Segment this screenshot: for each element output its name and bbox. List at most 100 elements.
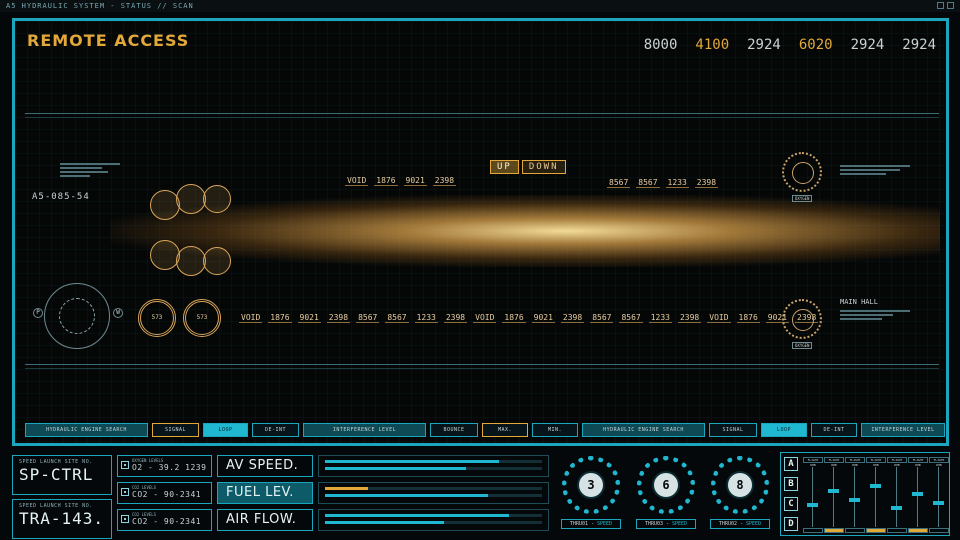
metric-fuel-lev-button[interactable]: FUEL LEV. <box>217 482 313 504</box>
up-button[interactable]: UP <box>490 160 519 174</box>
metric-bar-track <box>325 514 542 517</box>
ship-schematic[interactable] <box>110 195 940 267</box>
divider-top-2 <box>25 117 939 118</box>
close-button[interactable] <box>947 2 954 9</box>
level-checkbox[interactable] <box>121 515 129 523</box>
mixer-channel-toggle[interactable] <box>887 528 907 533</box>
mixer-fader[interactable] <box>849 497 860 502</box>
info-text-block <box>840 310 910 322</box>
level-checkbox[interactable] <box>121 488 129 496</box>
tab-bounce[interactable]: BOUNCE <box>430 423 478 437</box>
thruster-name: THRU02 <box>718 521 737 527</box>
mixer-fader[interactable] <box>933 500 944 505</box>
tab-hydraulic-engine-search[interactable]: HYDRAULIC ENGINE SEARCH <box>25 423 148 437</box>
tab-min[interactable]: MIN. <box>532 423 578 437</box>
thruster-gauge[interactable]: 6 <box>637 456 695 514</box>
mixer-channel: FLIGHT RHB <box>887 457 907 533</box>
metric-bars <box>318 482 549 504</box>
page-title: REMOTE ACCESS <box>27 31 190 50</box>
control-tab-strip: HYDRAULIC ENGINE SEARCH SIGNAL LOOP DE-INT I… <box>25 423 945 437</box>
oxygen-label: OXYGEN <box>792 342 813 349</box>
level-checkbox[interactable] <box>121 461 129 469</box>
compass-gauge[interactable]: P W <box>33 283 123 349</box>
readout-value: 2398 <box>694 178 719 188</box>
readout-value: 1233 <box>665 178 689 188</box>
gas-level-row[interactable]: CO2 LEVELS CO2 - 90-2341 <box>117 482 212 504</box>
thruster-number: 6 <box>652 471 680 499</box>
mixer-bank-d-button[interactable]: D <box>784 517 798 531</box>
thruster-suffix: SPEED <box>672 521 688 527</box>
gas-level-row[interactable]: OXYGEN LEVELS O2 - 39.2 1239 <box>117 455 212 477</box>
mixer-channel: FLIGHT RHB <box>803 457 823 533</box>
ship-pod <box>203 185 231 213</box>
mixer-bank-b-button[interactable]: B <box>784 477 798 491</box>
minimize-button[interactable] <box>937 2 944 9</box>
readout-value: 2398 <box>443 313 468 323</box>
readout-value: 1233 <box>414 313 438 323</box>
mixer-channel-toggle[interactable] <box>866 528 886 533</box>
readout-value: VOID <box>239 313 263 323</box>
header-number: 2924 <box>747 37 781 53</box>
metric-bar-fill <box>325 467 467 470</box>
gas-level-value: CO2 - 90-2341 <box>132 517 202 526</box>
mixer-rail <box>938 467 939 527</box>
down-button[interactable]: DOWN <box>521 160 566 174</box>
launch-site-box[interactable]: SPEED LAUNCH SITE NO. TRA-143. <box>12 499 112 539</box>
ship-id-label: A5-085-54 <box>32 192 90 202</box>
mixer-channel-toggle[interactable] <box>845 528 865 533</box>
tab-de-int[interactable]: DE-INT <box>811 423 857 437</box>
metric-bars <box>318 455 549 477</box>
thruster-name: THRU03 <box>644 521 663 527</box>
window-controls <box>937 2 954 9</box>
gas-level-row[interactable]: CO2 LEVELS CO2 - 90-2341 <box>117 509 212 531</box>
mixer-rail <box>875 467 876 527</box>
compass-mark-p: P <box>33 308 43 318</box>
tab-loop[interactable]: LOOP <box>761 423 807 437</box>
metric-air-flow-button[interactable]: AIR FLOW. <box>217 509 313 531</box>
tab-signal[interactable]: SIGNAL <box>709 423 757 437</box>
readout-value: 1876 <box>374 176 398 186</box>
thruster-label: THRU03 - SPEED <box>636 519 696 529</box>
tab-interference-level[interactable]: INTERFERENCE LEVEL <box>303 423 426 437</box>
compass-inner-ring <box>59 298 95 334</box>
mixer-fader[interactable] <box>870 483 881 488</box>
mixer-bank-a-button[interactable]: A <box>784 457 798 471</box>
readout-value: 2398 <box>432 176 457 186</box>
tab-loop[interactable]: LOOP <box>203 423 248 437</box>
mixer-fader[interactable] <box>807 503 818 508</box>
mixer-channel-label: FLIGHT RHB <box>866 457 886 467</box>
thruster-gauge[interactable]: 8 <box>711 456 769 514</box>
window-title: A5 HYDRAULIC SYSTEM - STATUS // SCAN <box>6 2 194 10</box>
info-text-block <box>60 163 120 179</box>
mixer-channel-toggle[interactable] <box>908 528 928 533</box>
tab-signal[interactable]: SIGNAL <box>152 423 199 437</box>
mixer-channel-toggle[interactable] <box>824 528 844 533</box>
readout-value: 9021 <box>297 313 321 323</box>
launch-site-box[interactable]: SPEED LAUNCH SITE NO. SP-CTRL <box>12 455 112 495</box>
metric-bars <box>318 509 549 531</box>
mixer-channel-label: FLIGHT RHB <box>845 457 865 467</box>
tab-de-int[interactable]: DE-INT <box>252 423 299 437</box>
thruster-number: 3 <box>577 471 605 499</box>
mixer-fader[interactable] <box>828 489 839 494</box>
readout-value: 1233 <box>648 313 672 323</box>
mixer-fader[interactable] <box>912 492 923 497</box>
tab-max[interactable]: MAX. <box>482 423 528 437</box>
divider-top <box>25 113 939 114</box>
mixer-channel-toggle[interactable] <box>929 528 949 533</box>
tab-interference-level[interactable]: INTERFERENCE LEVEL <box>861 423 945 437</box>
oxygen-gear-icon <box>782 152 822 192</box>
mixer-fader[interactable] <box>891 506 902 511</box>
mixer-bank-c-button[interactable]: C <box>784 497 798 511</box>
thruster-suffix: SPEED <box>746 521 762 527</box>
metric-bar-track <box>325 521 542 524</box>
metric-av-speed-button[interactable]: AV SPEED. <box>217 455 313 477</box>
mixer-rail <box>896 467 897 527</box>
thruster-number: 8 <box>726 471 754 499</box>
thruster-label: THRU02 - SPEED <box>710 519 770 529</box>
mixer-channel-toggle[interactable] <box>803 528 823 533</box>
ship-pod <box>176 184 206 214</box>
tab-hydraulic-engine-search[interactable]: HYDRAULIC ENGINE SEARCH <box>582 423 705 437</box>
mixer-channel-label: FLIGHT RHB <box>929 457 949 467</box>
thruster-gauge[interactable]: 3 <box>562 456 620 514</box>
